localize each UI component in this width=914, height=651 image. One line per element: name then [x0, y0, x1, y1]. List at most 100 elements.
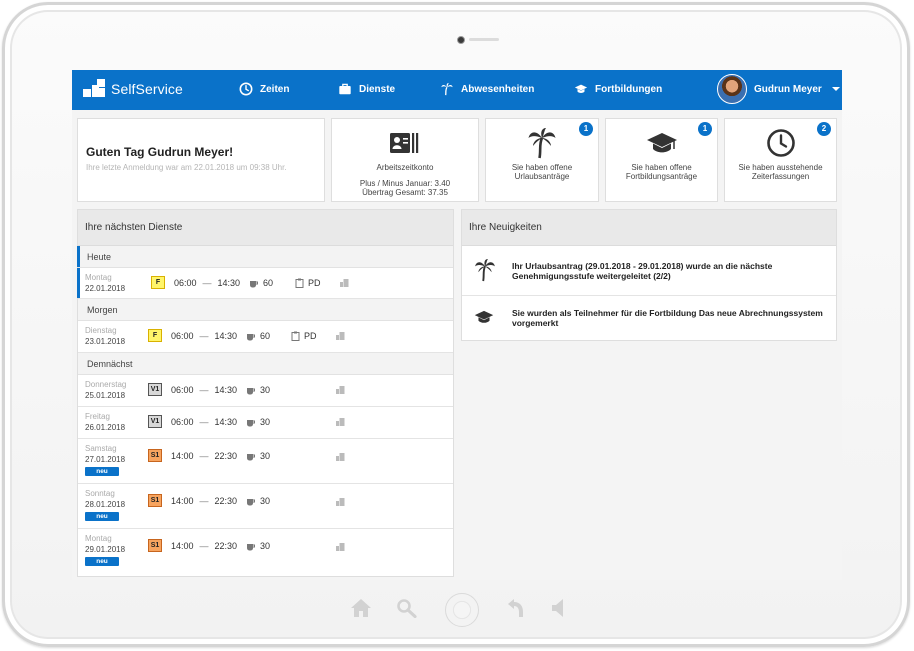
- user-menu[interactable]: Gudrun Meyer: [717, 74, 840, 104]
- briefcase-icon: [339, 83, 351, 95]
- home-button[interactable]: [445, 593, 479, 627]
- nav-label: Abwesenheiten: [461, 83, 535, 95]
- nav-label: Fortbildungen: [595, 83, 663, 95]
- duty-row[interactable]: Montag 29.01.2018 neu S1 14:00 — 22:30 30: [78, 529, 453, 574]
- end-time: 22:30: [214, 541, 238, 551]
- nav-fortbildungen[interactable]: Fortbildungen: [574, 82, 662, 96]
- start-time: 06:00: [174, 278, 197, 288]
- building-icon: [340, 279, 353, 289]
- account-card-icon: [388, 127, 422, 159]
- clipboard-icon: [295, 278, 304, 288]
- duty-row[interactable]: Freitag 26.01.2018 V1 06:00 — 14:30 30: [78, 407, 453, 439]
- news-panel: Ihre Neuigkeiten Ihr Urlaubsantrag (29.0…: [461, 209, 837, 341]
- duty-day: Dienstag: [85, 326, 117, 335]
- duty-row[interactable]: Montag 22.01.2018 F 06:00 — 14:30 60 PD: [77, 268, 453, 299]
- time-dash: —: [202, 278, 212, 288]
- news-text: Sie wurden als Teilnehmer für die Fortbi…: [512, 308, 823, 328]
- pause: 60: [246, 331, 270, 341]
- shift-code: S1: [148, 449, 162, 462]
- duty-day: Donnerstag: [85, 380, 127, 389]
- section-morgen: Morgen: [78, 299, 453, 321]
- news-text: Ihr Urlaubsantrag (29.01.2018 - 29.01.20…: [512, 261, 773, 281]
- card-title: Sie haben ausstehende Zeiterfassungen: [738, 163, 823, 181]
- duty-time: 06:00 — 14:30: [174, 278, 240, 288]
- brand[interactable]: SelfService: [83, 79, 183, 99]
- duty-date: 28.01.2018: [85, 500, 126, 509]
- duty-row[interactable]: Donnerstag 25.01.2018 V1 06:00 — 14:30 30: [78, 375, 453, 407]
- shift-code: S1: [148, 494, 162, 507]
- palm-tree-icon: [474, 258, 496, 287]
- shift-code: F: [151, 276, 165, 289]
- coffee-cup-icon: [247, 333, 255, 340]
- coffee-cup-icon: [247, 498, 255, 505]
- new-badge: neu: [85, 557, 119, 566]
- news-item[interactable]: Ihr Urlaubsantrag (29.01.2018 - 29.01.20…: [462, 246, 836, 296]
- qualification: PD: [291, 331, 317, 341]
- last-login: Ihre letzte Anmeldung war am 22.01.2018 …: [86, 163, 287, 172]
- coffee-cup-icon: [247, 387, 255, 394]
- card-title: Arbeitszeitkonto: [376, 163, 434, 172]
- duty-time: 14:00 — 22:30: [171, 496, 237, 506]
- plus-minus-januar: Plus / Minus Januar: 3.40: [359, 179, 451, 188]
- duty-day: Freitag: [85, 412, 110, 421]
- duty-row[interactable]: Samstag 27.01.2018 neu S1 14:00 — 22:30 30: [78, 439, 453, 484]
- card-fortbildungsantraege[interactable]: 1 Sie haben offene Fortbildungsanträge: [605, 118, 718, 202]
- pause-minutes: 60: [260, 331, 271, 341]
- duty-date: 23.01.2018: [85, 337, 126, 346]
- card-arbeitszeitkonto[interactable]: Arbeitszeitkonto Plus / Minus Januar: 3.…: [331, 118, 479, 202]
- duty-row[interactable]: Dienstag 23.01.2018 F 06:00 — 14:30 60 PD: [78, 321, 453, 353]
- card-zeiterfassungen[interactable]: 2 Sie haben ausstehende Zeiterfassungen: [724, 118, 837, 202]
- card-urlaubsantraege[interactable]: 1 Sie haben offene Urlaubsanträge: [485, 118, 599, 202]
- time-dash: —: [199, 496, 209, 506]
- user-name: Gudrun Meyer: [754, 83, 822, 95]
- uebertrag-gesamt: Übertrag Gesamt: 37.35: [362, 188, 448, 197]
- avatar: [717, 74, 747, 104]
- coffee-cup-icon: [247, 453, 255, 460]
- end-time: 22:30: [214, 496, 238, 506]
- app-screen: SelfService Zeiten Dienste Abwesenheiten…: [72, 70, 842, 580]
- end-time: 22:30: [214, 451, 238, 461]
- duty-date: 26.01.2018: [85, 423, 126, 432]
- time-dash: —: [199, 417, 209, 427]
- duty-time: 06:00 — 14:30: [171, 331, 237, 341]
- qualification-code: PD: [304, 331, 317, 341]
- panel-title: Ihre Neuigkeiten: [462, 210, 836, 246]
- duty-row[interactable]: Sonntag 28.01.2018 neu S1 14:00 — 22:30 30: [78, 484, 453, 529]
- graduation-cap-icon: [574, 84, 588, 93]
- duty-time: 14:00 — 22:30: [171, 541, 237, 551]
- time-dash: —: [199, 385, 209, 395]
- shift-code: V1: [148, 383, 162, 396]
- clipboard-icon: [291, 331, 300, 341]
- home-hw-icon[interactable]: [350, 598, 372, 618]
- duty-date: 27.01.2018: [85, 455, 126, 464]
- next-duties-panel: Ihre nächsten Dienste Heute Montag 22.01…: [77, 209, 454, 577]
- volume-hw-icon[interactable]: [550, 598, 568, 618]
- nav-dienste[interactable]: Dienste: [338, 82, 395, 96]
- start-time: 06:00: [171, 385, 194, 395]
- duty-time: 06:00 — 14:30: [171, 385, 237, 395]
- news-item[interactable]: Sie wurden als Teilnehmer für die Fortbi…: [462, 296, 836, 340]
- card-detail: Plus / Minus Januar: 3.40 Übertrag Gesam…: [332, 179, 478, 197]
- nav-abwesenheiten[interactable]: Abwesenheiten: [440, 82, 534, 96]
- building-icon: [336, 386, 349, 396]
- pause: 30: [246, 541, 270, 551]
- building-icon: [336, 418, 349, 428]
- search-hw-icon[interactable]: [396, 598, 418, 618]
- back-hw-icon[interactable]: [506, 598, 526, 618]
- duty-day: Sonntag: [85, 489, 115, 498]
- qualification: PD: [295, 278, 321, 288]
- pause: 30: [246, 417, 270, 427]
- greeting: Guten Tag Gudrun Meyer!: [86, 145, 234, 159]
- welcome-card: Guten Tag Gudrun Meyer! Ihre letzte Anme…: [77, 118, 325, 202]
- pause-minutes: 30: [260, 417, 271, 427]
- start-time: 14:00: [171, 541, 194, 551]
- duty-date: 29.01.2018: [85, 545, 126, 554]
- pause-minutes: 30: [260, 541, 271, 551]
- nav-zeiten[interactable]: Zeiten: [239, 82, 289, 96]
- pause-minutes: 30: [260, 385, 271, 395]
- building-icon: [336, 498, 349, 508]
- end-time: 14:30: [214, 385, 238, 395]
- pause: 30: [246, 451, 270, 461]
- palm-tree-icon: [525, 127, 559, 159]
- pause-minutes: 60: [263, 278, 274, 288]
